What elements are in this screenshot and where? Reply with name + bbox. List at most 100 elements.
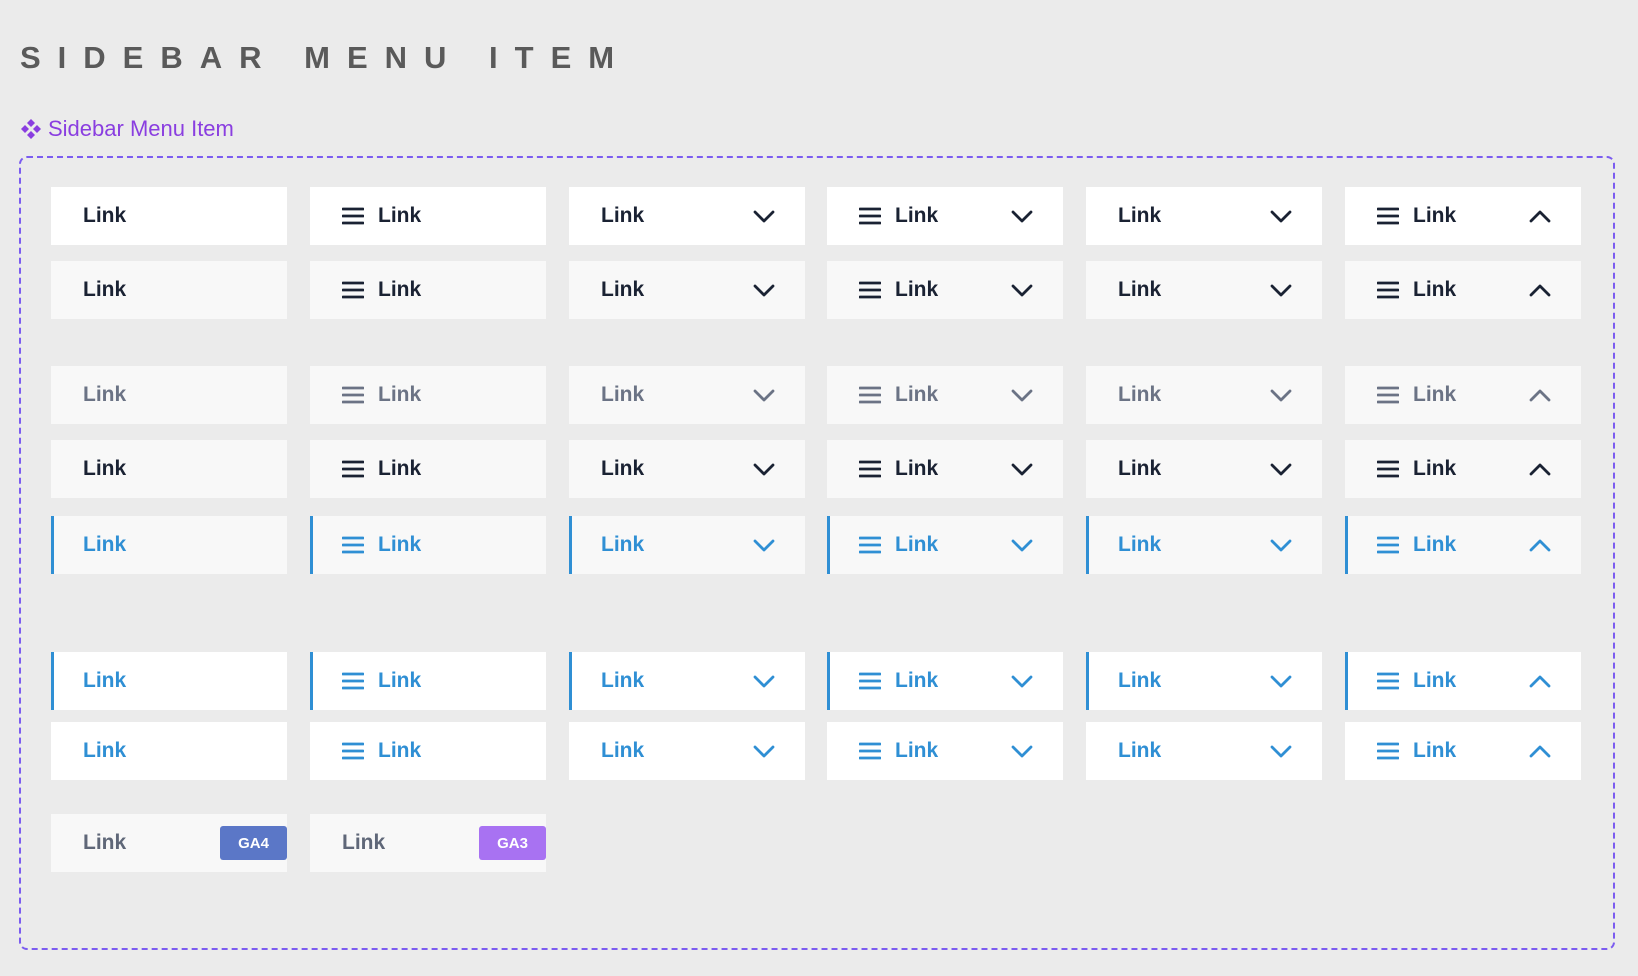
sidebar-menu-item[interactable]: Link bbox=[569, 722, 805, 780]
sidebar-menu-item[interactable]: Link bbox=[1086, 652, 1322, 710]
sidebar-menu-item[interactable]: Link bbox=[827, 722, 1063, 780]
menu-item-label: Link bbox=[1118, 739, 1162, 762]
menu-item-label: Link bbox=[1413, 204, 1457, 227]
menu-item-label: Link bbox=[895, 533, 939, 556]
menu-item-label: Link bbox=[1118, 669, 1162, 692]
menu-item-label: Link bbox=[895, 204, 939, 227]
menu-item-label: Link bbox=[378, 533, 422, 556]
sidebar-menu-item[interactable]: Link bbox=[1086, 261, 1322, 319]
sidebar-menu-item[interactable]: Link bbox=[1086, 722, 1322, 780]
sidebar-menu-item[interactable]: Link bbox=[51, 722, 287, 780]
chevron-down-icon bbox=[1011, 745, 1033, 758]
sidebar-menu-item[interactable]: Link bbox=[827, 366, 1063, 424]
menu-item-label: Link bbox=[601, 533, 645, 556]
sidebar-menu-item[interactable]: Link bbox=[51, 440, 287, 498]
menu-icon bbox=[1377, 672, 1399, 690]
menu-item-label: Link bbox=[378, 204, 422, 227]
sidebar-menu-item[interactable]: Link bbox=[1086, 187, 1322, 245]
sidebar-menu-item[interactable]: Link bbox=[569, 516, 805, 574]
sidebar-menu-item[interactable]: Link bbox=[1345, 722, 1581, 780]
menu-icon bbox=[859, 281, 881, 299]
menu-icon bbox=[859, 742, 881, 760]
chevron-down-icon bbox=[753, 284, 775, 297]
menu-item-label: Link bbox=[1118, 457, 1162, 480]
sidebar-menu-item[interactable]: Link bbox=[310, 516, 546, 574]
chevron-down-icon bbox=[1270, 675, 1292, 688]
chevron-down-icon bbox=[753, 745, 775, 758]
chevron-down-icon bbox=[753, 539, 775, 552]
sidebar-menu-item[interactable]: Link bbox=[1345, 366, 1581, 424]
chevron-down-icon bbox=[753, 675, 775, 688]
sidebar-menu-item[interactable]: Link bbox=[310, 652, 546, 710]
version-badge: GA4 bbox=[220, 826, 287, 860]
menu-icon bbox=[342, 672, 364, 690]
chevron-down-icon bbox=[753, 210, 775, 223]
sidebar-menu-item[interactable]: Link bbox=[310, 440, 546, 498]
chevron-up-icon bbox=[1529, 539, 1551, 552]
sidebar-menu-item[interactable]: Link bbox=[569, 366, 805, 424]
menu-item-label: Link bbox=[895, 739, 939, 762]
sidebar-menu-item[interactable]: Link bbox=[827, 516, 1063, 574]
menu-item-label: Link bbox=[83, 278, 127, 301]
sidebar-menu-item[interactable]: Link bbox=[569, 652, 805, 710]
chevron-down-icon bbox=[1270, 210, 1292, 223]
sidebar-menu-item[interactable]: Link bbox=[51, 261, 287, 319]
sidebar-menu-item[interactable]: Link bbox=[827, 440, 1063, 498]
menu-item-label: Link bbox=[1413, 739, 1457, 762]
sidebar-menu-item[interactable]: Link bbox=[569, 440, 805, 498]
component-label: Sidebar Menu Item bbox=[20, 116, 234, 142]
sidebar-menu-item[interactable]: Link bbox=[569, 261, 805, 319]
sidebar-menu-item[interactable]: Link bbox=[569, 187, 805, 245]
sidebar-menu-item[interactable]: Link bbox=[1086, 440, 1322, 498]
sidebar-menu-item[interactable]: Link bbox=[310, 366, 546, 424]
menu-icon bbox=[342, 386, 364, 404]
sidebar-menu-item[interactable]: Link bbox=[1345, 516, 1581, 574]
menu-item-label: Link bbox=[895, 669, 939, 692]
chevron-down-icon bbox=[1270, 389, 1292, 402]
menu-icon bbox=[342, 536, 364, 554]
menu-item-label: Link bbox=[1118, 533, 1162, 556]
sidebar-menu-item[interactable]: Link bbox=[51, 652, 287, 710]
sidebar-menu-item[interactable]: Link bbox=[310, 722, 546, 780]
menu-icon bbox=[342, 460, 364, 478]
menu-icon bbox=[1377, 281, 1399, 299]
menu-item-label: Link bbox=[1413, 278, 1457, 301]
menu-item-label: Link bbox=[83, 669, 127, 692]
sidebar-menu-item-ga3[interactable]: Link GA3 bbox=[310, 814, 546, 872]
sidebar-menu-item[interactable]: Link bbox=[827, 187, 1063, 245]
menu-item-label: Link bbox=[83, 533, 127, 556]
sidebar-menu-item[interactable]: Link bbox=[1086, 516, 1322, 574]
sidebar-menu-item[interactable]: Link bbox=[1086, 366, 1322, 424]
sidebar-menu-item[interactable]: Link bbox=[51, 187, 287, 245]
sidebar-menu-item[interactable]: Link bbox=[51, 366, 287, 424]
menu-item-label: Link bbox=[378, 457, 422, 480]
chevron-down-icon bbox=[1011, 463, 1033, 476]
menu-item-label: Link bbox=[895, 383, 939, 406]
chevron-down-icon bbox=[753, 389, 775, 402]
sidebar-menu-item[interactable]: Link bbox=[51, 516, 287, 574]
chevron-up-icon bbox=[1529, 389, 1551, 402]
sidebar-menu-item[interactable]: Link bbox=[310, 261, 546, 319]
chevron-down-icon bbox=[1011, 675, 1033, 688]
sidebar-menu-item-ga4[interactable]: Link GA4 bbox=[51, 814, 287, 872]
chevron-down-icon bbox=[1270, 539, 1292, 552]
menu-item-label: Link bbox=[601, 457, 645, 480]
chevron-up-icon bbox=[1529, 463, 1551, 476]
menu-item-label: Link bbox=[83, 739, 127, 762]
menu-item-label: Link bbox=[601, 739, 645, 762]
sidebar-menu-item[interactable]: Link bbox=[1345, 261, 1581, 319]
menu-icon bbox=[1377, 742, 1399, 760]
menu-item-label: Link bbox=[601, 278, 645, 301]
menu-icon bbox=[342, 742, 364, 760]
menu-icon bbox=[859, 386, 881, 404]
sidebar-menu-item[interactable]: Link bbox=[827, 652, 1063, 710]
menu-item-label: Link bbox=[83, 383, 127, 406]
menu-icon bbox=[1377, 386, 1399, 404]
sidebar-menu-item[interactable]: Link bbox=[827, 261, 1063, 319]
sidebar-menu-item[interactable]: Link bbox=[310, 187, 546, 245]
sidebar-menu-item[interactable]: Link bbox=[1345, 652, 1581, 710]
sidebar-menu-item[interactable]: Link bbox=[1345, 187, 1581, 245]
sidebar-menu-item[interactable]: Link bbox=[1345, 440, 1581, 498]
component-icon bbox=[21, 119, 41, 139]
menu-icon bbox=[342, 207, 364, 225]
